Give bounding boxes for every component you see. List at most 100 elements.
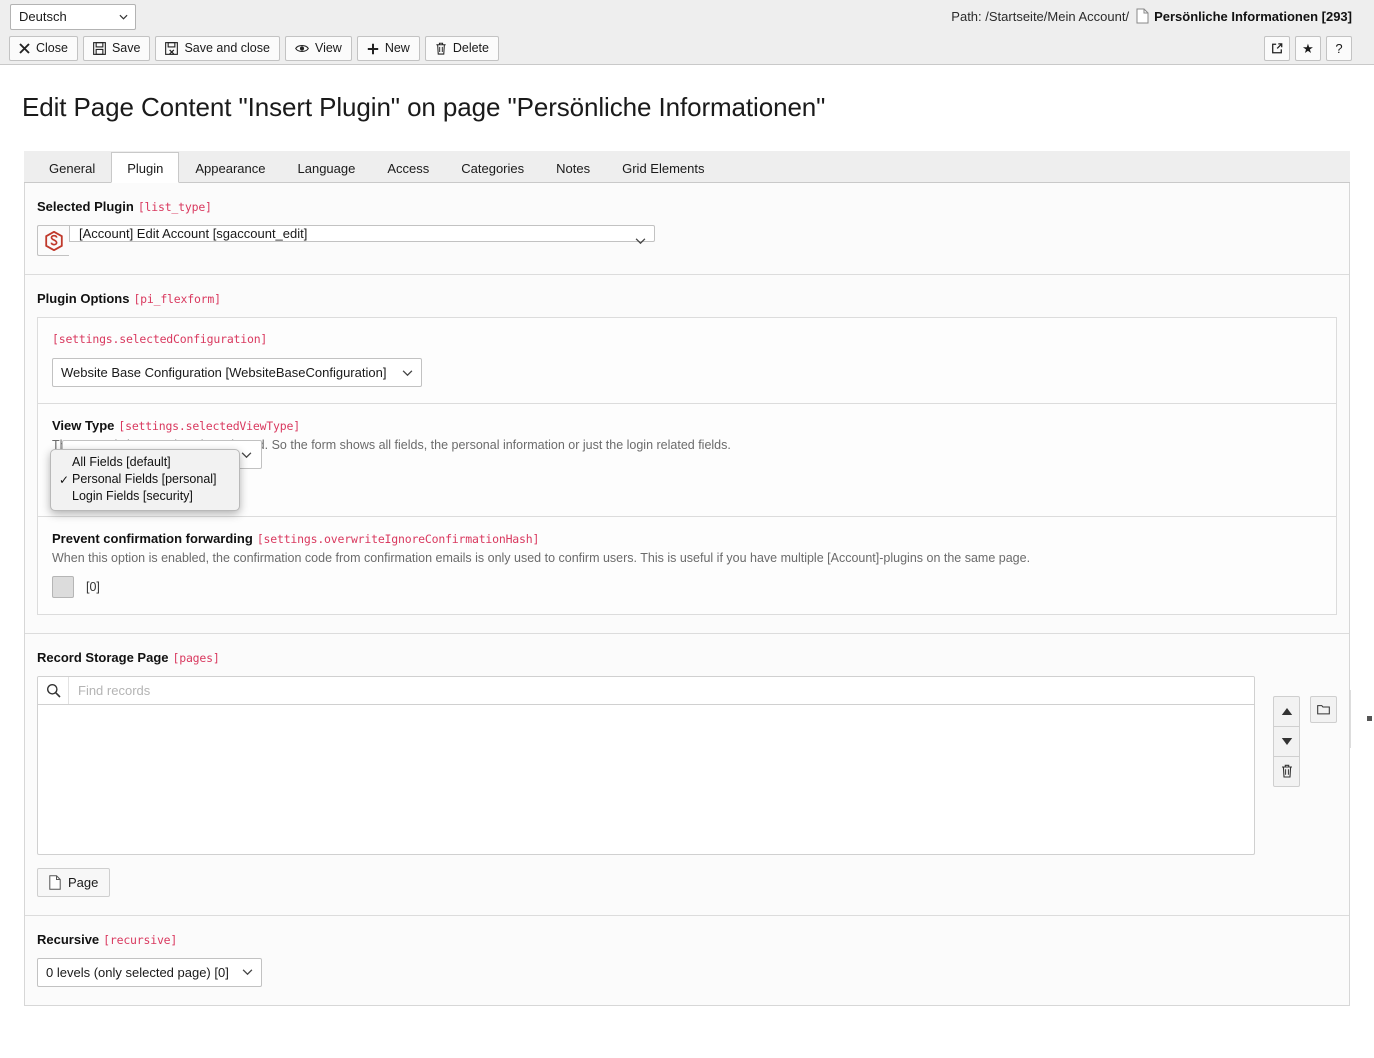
view-type-option-login-fields[interactable]: Login Fields [security] bbox=[51, 488, 239, 505]
browse-folder-button[interactable] bbox=[1310, 696, 1337, 723]
resize-handle[interactable] bbox=[1367, 716, 1372, 721]
plugin-options-section: Plugin Options [pi_flexform] [settings.se… bbox=[25, 275, 1349, 634]
folder-icon bbox=[1317, 703, 1330, 716]
trash-icon bbox=[1281, 764, 1293, 778]
form-tabs-container: General Plugin Appearance Language Acces… bbox=[24, 151, 1350, 1006]
save-button[interactable]: Save bbox=[83, 36, 151, 61]
chevron-down-icon bbox=[241, 449, 252, 460]
open-in-new-window-button[interactable] bbox=[1264, 36, 1290, 61]
arrow-down-icon bbox=[1281, 737, 1293, 746]
record-storage-main: Page bbox=[37, 676, 1255, 897]
save-close-icon bbox=[165, 42, 178, 55]
move-down-button[interactable] bbox=[1273, 726, 1300, 757]
remove-record-button[interactable] bbox=[1273, 756, 1300, 787]
page-title: Edit Page Content "Insert Plugin" on pag… bbox=[0, 65, 1374, 123]
selected-plugin-select[interactable]: [Account] Edit Account [sgaccount_edit] bbox=[69, 225, 655, 242]
plugin-tab-panel: Selected Plugin[list_type] [Account] Edi… bbox=[24, 183, 1350, 1006]
plugin-options-label-text: Plugin Options bbox=[37, 291, 129, 306]
breadcrumb-path: Path: /Startseite/Mein Account/ bbox=[951, 9, 1129, 24]
document-icon bbox=[49, 875, 61, 890]
view-type-option-label: Personal Fields [personal] bbox=[72, 473, 217, 486]
docheader-button-group: Close Save Save and close View New Delet bbox=[9, 36, 504, 61]
save-and-close-button[interactable]: Save and close bbox=[155, 36, 279, 61]
record-storage-body: Page bbox=[37, 676, 1337, 897]
close-icon bbox=[19, 43, 30, 54]
tab-categories[interactable]: Categories bbox=[445, 152, 540, 183]
search-icon-box bbox=[38, 677, 69, 704]
right-panel-edge bbox=[1350, 690, 1351, 748]
view-button-label: View bbox=[315, 42, 342, 55]
record-storage-side-controls bbox=[1273, 676, 1337, 787]
bookmark-button[interactable]: ★ bbox=[1295, 36, 1321, 61]
view-type-label: View Type[settings.selectedViewType] bbox=[52, 418, 1322, 433]
save-and-close-button-label: Save and close bbox=[184, 42, 269, 55]
recursive-select[interactable]: 0 levels (only selected page) [0] bbox=[37, 958, 262, 987]
docheader-right-buttons: ★ ? bbox=[1259, 36, 1352, 61]
checkmark-icon: ✓ bbox=[59, 474, 72, 486]
plugin-options-label: Plugin Options [pi_flexform] bbox=[37, 291, 1337, 306]
prevent-forwarding-checkbox-row: [0] bbox=[52, 576, 1322, 598]
document-header: Deutsch Path: /Startseite/Mein Account/ … bbox=[0, 0, 1374, 65]
recursive-section: Recursive [recursive] 0 levels (only sele… bbox=[25, 916, 1349, 1005]
selected-plugin-label: Selected Plugin[list_type] bbox=[37, 199, 1337, 214]
search-icon bbox=[46, 683, 61, 698]
selected-configuration-select-wrapper: Website Base Configuration [WebsiteBaseC… bbox=[52, 358, 422, 387]
prevent-confirmation-forwarding-field: Prevent confirmation forwarding[settings… bbox=[38, 517, 1336, 614]
recursive-label: Recursive [recursive] bbox=[37, 932, 1337, 947]
prevent-forwarding-value: [0] bbox=[86, 580, 100, 594]
selected-configuration-tag: [settings.selectedConfiguration] bbox=[52, 332, 1322, 346]
view-type-dropdown-popup[interactable]: All Fields [default] ✓ Personal Fields [… bbox=[50, 449, 240, 511]
tab-notes[interactable]: Notes bbox=[540, 152, 606, 183]
plus-icon bbox=[367, 43, 379, 55]
selected-plugin-tag: [list_type] bbox=[138, 200, 212, 214]
record-storage-label: Record Storage Page [pages] bbox=[37, 650, 1337, 665]
delete-button[interactable]: Delete bbox=[425, 36, 499, 61]
breadcrumb: Path: /Startseite/Mein Account/ Persönli… bbox=[951, 8, 1352, 24]
add-page-button[interactable]: Page bbox=[37, 868, 110, 897]
record-list[interactable] bbox=[37, 705, 1255, 855]
record-storage-tag: [pages] bbox=[173, 651, 220, 665]
record-storage-label-text: Record Storage Page bbox=[37, 650, 169, 665]
question-mark-icon: ? bbox=[1335, 41, 1342, 56]
flexform-container: [settings.selectedConfiguration] Website… bbox=[37, 317, 1337, 615]
save-button-label: Save bbox=[112, 42, 141, 55]
plugin-options-tag: [pi_flexform] bbox=[133, 292, 220, 306]
recursive-tag: [recursive] bbox=[103, 933, 177, 947]
recursive-label-text: Recursive bbox=[37, 932, 99, 947]
docheader-button-row: Close Save Save and close View New Delet bbox=[0, 33, 1374, 64]
view-type-tag: [settings.selectedViewType] bbox=[118, 419, 300, 433]
prevent-forwarding-checkbox[interactable] bbox=[52, 576, 74, 598]
tab-general[interactable]: General bbox=[33, 152, 111, 183]
record-search-row bbox=[37, 676, 1255, 705]
document-icon bbox=[1136, 8, 1149, 24]
prevent-forwarding-help-text: When this option is enabled, the confirm… bbox=[52, 550, 1322, 567]
breadcrumb-record-title: Persönliche Informationen [293] bbox=[1154, 9, 1352, 24]
language-select-wrapper: Deutsch bbox=[10, 4, 136, 30]
record-storage-section: Record Storage Page [pages] Page bbox=[25, 634, 1349, 916]
docheader-top-row: Deutsch Path: /Startseite/Mein Account/ … bbox=[0, 0, 1374, 33]
selected-configuration-field: [settings.selectedConfiguration] Website… bbox=[38, 318, 1336, 404]
view-type-option-all-fields[interactable]: All Fields [default] bbox=[51, 454, 239, 471]
record-move-button-group bbox=[1273, 696, 1300, 787]
view-type-option-personal-fields[interactable]: ✓ Personal Fields [personal] bbox=[51, 471, 239, 488]
tab-grid-elements[interactable]: Grid Elements bbox=[606, 152, 720, 183]
tab-plugin[interactable]: Plugin bbox=[111, 152, 179, 183]
selected-configuration-select[interactable]: Website Base Configuration [WebsiteBaseC… bbox=[52, 358, 422, 387]
new-button[interactable]: New bbox=[357, 36, 420, 61]
view-button[interactable]: View bbox=[285, 36, 352, 61]
selected-plugin-section: Selected Plugin[list_type] [Account] Edi… bbox=[25, 183, 1349, 275]
move-up-button[interactable] bbox=[1273, 696, 1300, 727]
close-button[interactable]: Close bbox=[9, 36, 78, 61]
tab-language[interactable]: Language bbox=[282, 152, 372, 183]
arrow-up-icon bbox=[1281, 707, 1293, 716]
recursive-select-wrapper: 0 levels (only selected page) [0] bbox=[37, 958, 262, 987]
tab-access[interactable]: Access bbox=[371, 152, 445, 183]
record-search-input[interactable] bbox=[69, 677, 1254, 704]
help-button[interactable]: ? bbox=[1326, 36, 1352, 61]
language-select[interactable]: Deutsch bbox=[10, 4, 136, 30]
selected-plugin-select-wrapper: [Account] Edit Account [sgaccount_edit] bbox=[69, 225, 655, 256]
prevent-forwarding-tag: [settings.overwriteIgnoreConfirmationHas… bbox=[257, 532, 539, 546]
new-button-label: New bbox=[385, 42, 410, 55]
view-type-option-label: All Fields [default] bbox=[72, 456, 171, 469]
tab-appearance[interactable]: Appearance bbox=[179, 152, 281, 183]
